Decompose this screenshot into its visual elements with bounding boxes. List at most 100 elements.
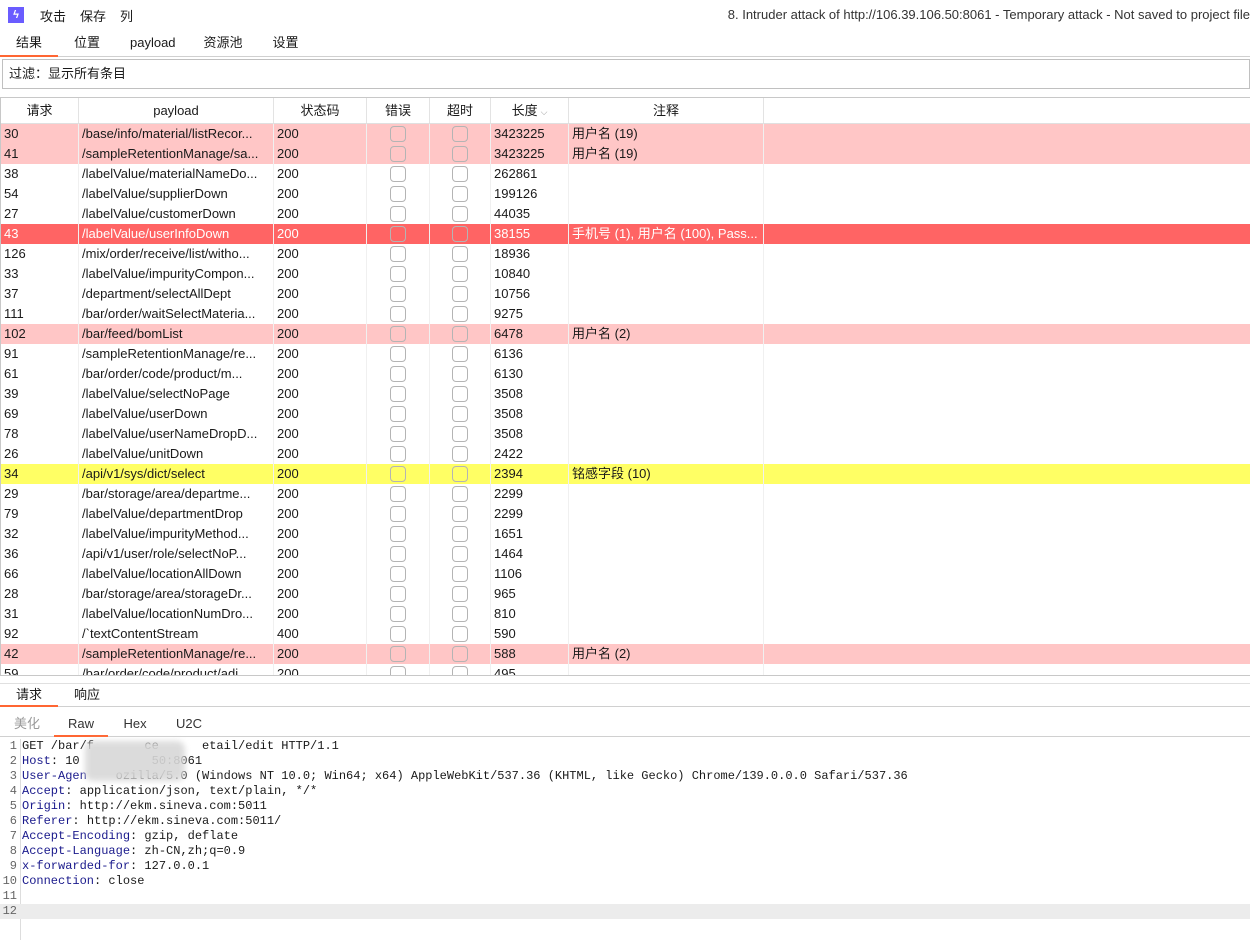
table-row[interactable]: 31/labelValue/locationNumDro... 200 810 [1,604,1250,624]
timeout-checkbox[interactable] [452,586,468,602]
error-checkbox[interactable] [390,506,406,522]
error-checkbox[interactable] [390,526,406,542]
tab-pretty[interactable]: 美化 [0,712,54,736]
timeout-checkbox[interactable] [452,186,468,202]
error-checkbox[interactable] [390,186,406,202]
table-row[interactable]: 41/sampleRetentionManage/sa... 200 3423225… [1,144,1250,164]
timeout-checkbox[interactable] [452,426,468,442]
timeout-checkbox[interactable] [452,246,468,262]
col-timeout[interactable]: 超时 [430,98,491,123]
timeout-checkbox[interactable] [452,646,468,662]
error-checkbox[interactable] [390,286,406,302]
error-checkbox[interactable] [390,646,406,662]
tab-response[interactable]: 响应 [58,684,116,706]
table-row[interactable]: 34/api/v1/sys/dict/select 200 2394 铭感字段 (10… [1,464,1250,484]
tab-payloads[interactable]: payload [116,30,190,56]
timeout-checkbox[interactable] [452,386,468,402]
error-checkbox[interactable] [390,146,406,162]
error-checkbox[interactable] [390,626,406,642]
col-length[interactable]: 长度 ⌵ [491,98,569,123]
timeout-checkbox[interactable] [452,446,468,462]
table-row[interactable]: 111/bar/order/waitSelectMateria... 200 927… [1,304,1250,324]
menu-attack[interactable]: 攻击 [40,6,66,25]
error-checkbox[interactable] [390,446,406,462]
error-checkbox[interactable] [390,206,406,222]
menu-columns[interactable]: 列 [120,6,133,25]
table-row[interactable]: 37/department/selectAllDept 200 10756 [1,284,1250,304]
error-checkbox[interactable] [390,366,406,382]
error-checkbox[interactable] [390,586,406,602]
error-checkbox[interactable] [390,566,406,582]
table-row[interactable]: 30/base/info/material/listRecor... 200 342… [1,124,1250,144]
error-checkbox[interactable] [390,166,406,182]
timeout-checkbox[interactable] [452,366,468,382]
table-row[interactable]: 126/mix/order/receive/list/witho... 200 18… [1,244,1250,264]
error-checkbox[interactable] [390,546,406,562]
timeout-checkbox[interactable] [452,526,468,542]
error-checkbox[interactable] [390,386,406,402]
table-row[interactable]: 54/labelValue/supplierDown 200 199126 [1,184,1250,204]
tab-u2c[interactable]: U2C [162,712,216,736]
timeout-checkbox[interactable] [452,226,468,242]
timeout-checkbox[interactable] [452,666,468,675]
timeout-checkbox[interactable] [452,626,468,642]
timeout-checkbox[interactable] [452,406,468,422]
error-checkbox[interactable] [390,126,406,142]
timeout-checkbox[interactable] [452,126,468,142]
error-checkbox[interactable] [390,606,406,622]
table-row[interactable]: 33/labelValue/impurityCompon... 200 10840 [1,264,1250,284]
menu-save[interactable]: 保存 [80,6,106,25]
timeout-checkbox[interactable] [452,346,468,362]
table-row[interactable]: 42/sampleRetentionManage/re... 200 588 用户名 … [1,644,1250,664]
table-row[interactable]: 69/labelValue/userDown 200 3508 [1,404,1250,424]
error-checkbox[interactable] [390,226,406,242]
tab-positions[interactable]: 位置 [58,30,116,56]
timeout-checkbox[interactable] [452,546,468,562]
table-row[interactable]: 26/labelValue/unitDown 200 2422 [1,444,1250,464]
col-status[interactable]: 状态码 [274,98,367,123]
table-row[interactable]: 38/labelValue/materialNameDo... 200 262861 [1,164,1250,184]
tab-resource-pool[interactable]: 资源池 [190,30,257,56]
col-error[interactable]: 错误 [367,98,430,123]
table-row[interactable]: 43/labelValue/userInfoDown 200 38155 手机号 (1… [1,224,1250,244]
table-row[interactable]: 36/api/v1/user/role/selectNoP... 200 1464 [1,544,1250,564]
tab-results[interactable]: 结果 [0,30,58,57]
timeout-checkbox[interactable] [452,206,468,222]
error-checkbox[interactable] [390,346,406,362]
timeout-checkbox[interactable] [452,166,468,182]
table-row[interactable]: 39/labelValue/selectNoPage 200 3508 [1,384,1250,404]
request-editor[interactable]: 1GET /bar/f ce etail/edit HTTP/1.12 Host:… [0,739,1250,940]
error-checkbox[interactable] [390,326,406,342]
timeout-checkbox[interactable] [452,286,468,302]
table-row[interactable]: 59/bar/order/code/product/adi... 200 495 [1,664,1250,675]
table-row[interactable]: 61/bar/order/code/product/m... 200 6130 [1,364,1250,384]
error-checkbox[interactable] [390,666,406,675]
table-row[interactable]: 66/labelValue/locationAllDown 200 1106 [1,564,1250,584]
tab-settings[interactable]: 设置 [257,30,315,56]
table-row[interactable]: 28/bar/storage/area/storageDr... 200 965 [1,584,1250,604]
timeout-checkbox[interactable] [452,306,468,322]
table-row[interactable]: 78/labelValue/userNameDropD... 200 3508 [1,424,1250,444]
table-row[interactable]: 32/labelValue/impurityMethod... 200 1651 [1,524,1250,544]
tab-hex[interactable]: Hex [108,712,162,736]
table-row[interactable]: 102/bar/feed/bomList 200 6478 用户名 (2) [1,324,1250,344]
table-row[interactable]: 27/labelValue/customerDown 200 44035 [1,204,1250,224]
table-row[interactable]: 79/labelValue/departmentDrop 200 2299 [1,504,1250,524]
col-comment[interactable]: 注释 [569,98,764,123]
timeout-checkbox[interactable] [452,146,468,162]
error-checkbox[interactable] [390,246,406,262]
timeout-checkbox[interactable] [452,486,468,502]
col-payload[interactable]: payload [79,98,274,123]
filter-bar[interactable]: 过滤：显示所有条目 [2,59,1250,89]
timeout-checkbox[interactable] [452,326,468,342]
table-row[interactable]: 91/sampleRetentionManage/re... 200 6136 [1,344,1250,364]
tab-raw[interactable]: Raw [54,712,109,737]
col-request[interactable]: 请求 [1,98,79,123]
timeout-checkbox[interactable] [452,266,468,282]
error-checkbox[interactable] [390,486,406,502]
timeout-checkbox[interactable] [452,506,468,522]
timeout-checkbox[interactable] [452,606,468,622]
table-row[interactable]: 29/bar/storage/area/departme... 200 2299 [1,484,1250,504]
timeout-checkbox[interactable] [452,466,468,482]
timeout-checkbox[interactable] [452,566,468,582]
